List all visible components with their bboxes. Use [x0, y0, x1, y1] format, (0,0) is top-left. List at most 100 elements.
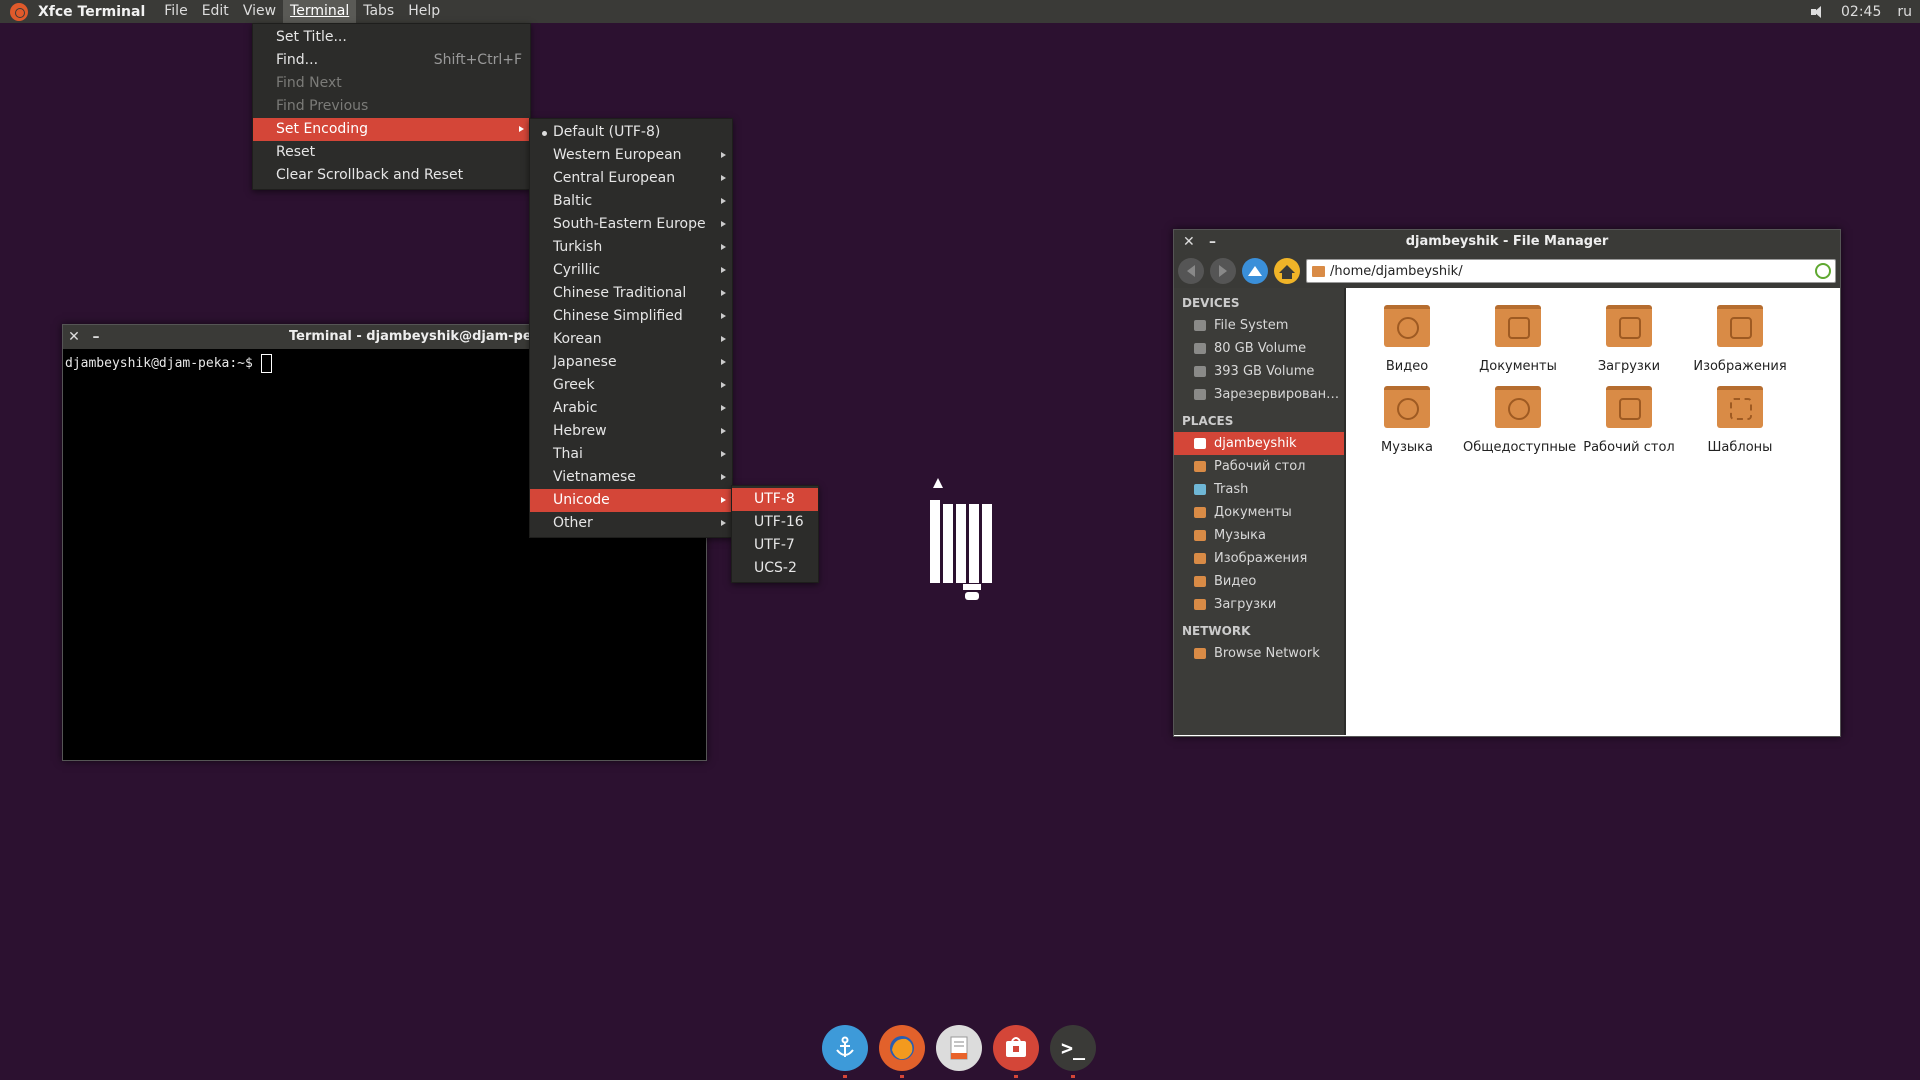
encoding-item-vietnamese[interactable]: Vietnamese — [530, 466, 732, 489]
folder-item-music[interactable]: Музыка — [1352, 386, 1462, 455]
folder-item-desktop[interactable]: Рабочий стол — [1574, 386, 1684, 455]
encoding-item-other[interactable]: Other — [530, 512, 732, 535]
sidebar-item-reserved[interactable]: Зарезервировано ... — [1174, 383, 1344, 406]
text-editor-icon[interactable] — [936, 1025, 982, 1071]
sidebar-item-80gb-volume[interactable]: 80 GB Volume — [1174, 337, 1344, 360]
unicode-item-utf16[interactable]: UTF-16 — [732, 511, 818, 534]
up-button[interactable] — [1242, 258, 1268, 284]
section-devices: DEVICES — [1182, 296, 1240, 310]
menu-edit[interactable]: Edit — [195, 0, 236, 23]
anchor-icon[interactable] — [822, 1025, 868, 1078]
software-center-icon[interactable] — [993, 1025, 1039, 1078]
fm-close-button[interactable]: ✕ — [1183, 230, 1195, 254]
sidebar-item-documents[interactable]: Документы — [1174, 501, 1344, 524]
menu-terminal[interactable]: Terminal — [283, 0, 357, 23]
encoding-item-hebrew[interactable]: Hebrew — [530, 420, 732, 443]
sidebar-item-home[interactable]: djambeyshik — [1174, 432, 1344, 455]
unicode-item-ucs2[interactable]: UCS-2 — [732, 557, 818, 580]
home-icon — [1279, 265, 1295, 279]
encoding-item-chinese-simplified[interactable]: Chinese Simplified — [530, 305, 732, 328]
terminal-icon[interactable]: >_ — [1050, 1025, 1096, 1078]
encoding-item-cyrillic[interactable]: Cyrillic — [530, 259, 732, 282]
folder-desktop-icon — [1606, 386, 1652, 428]
unicode-menu: UTF-8 UTF-16 UTF-7 UCS-2 — [731, 485, 819, 583]
ubuntu-logo-icon[interactable] — [10, 2, 28, 21]
drive-icon — [1194, 343, 1206, 354]
encoding-item-central-european[interactable]: Central European — [530, 167, 732, 190]
encoding-item-south-eastern-europe[interactable]: South-Eastern Europe — [530, 213, 732, 236]
sidebar-item-desktop[interactable]: Рабочий стол — [1174, 455, 1344, 478]
folder-item-pictures[interactable]: Изображения — [1685, 305, 1795, 374]
drive-icon — [1194, 320, 1206, 331]
encoding-item-japanese[interactable]: Japanese — [530, 351, 732, 374]
sidebar-item-trash[interactable]: Trash — [1174, 478, 1344, 501]
encoding-item-arabic[interactable]: Arabic — [530, 397, 732, 420]
clock[interactable]: 02:45 — [1841, 4, 1881, 20]
menu-tabs[interactable]: Tabs — [356, 0, 401, 23]
sidebar-item-browse-network[interactable]: Browse Network — [1174, 642, 1344, 665]
sidebar-item-videos[interactable]: Видео — [1174, 570, 1344, 593]
dock: >_ — [822, 1025, 1096, 1078]
submenu-arrow-icon — [721, 336, 726, 342]
home-button[interactable] — [1274, 258, 1300, 284]
menu-help[interactable]: Help — [401, 0, 447, 23]
firefox-icon[interactable] — [879, 1025, 925, 1078]
sidebar-item-file-system[interactable]: File System — [1174, 314, 1344, 337]
encoding-item-thai[interactable]: Thai — [530, 443, 732, 466]
submenu-arrow-icon — [721, 267, 726, 273]
terminal-minimize-button[interactable]: – — [85, 329, 107, 345]
keyboard-layout[interactable]: ru — [1897, 4, 1912, 20]
encoding-item-chinese-traditional[interactable]: Chinese Traditional — [530, 282, 732, 305]
encoding-item-baltic[interactable]: Baltic — [530, 190, 732, 213]
menu-item-find-previous[interactable]: Find Previous — [253, 95, 530, 118]
submenu-arrow-icon — [721, 359, 726, 365]
encoding-item-western-european[interactable]: Western European — [530, 144, 732, 167]
folder-templates-icon — [1717, 386, 1763, 428]
encoding-item-greek[interactable]: Greek — [530, 374, 732, 397]
sidebar-item-393gb-volume[interactable]: 393 GB Volume — [1174, 360, 1344, 383]
back-button[interactable] — [1178, 258, 1204, 284]
encoding-menu: Default (UTF-8) Western European Central… — [529, 118, 733, 538]
unicode-item-utf7[interactable]: UTF-7 — [732, 534, 818, 557]
folder-item-downloads[interactable]: Загрузки — [1574, 305, 1684, 374]
submenu-arrow-icon — [721, 244, 726, 250]
sidebar-item-music[interactable]: Музыка — [1174, 524, 1344, 547]
folder-icon — [1194, 553, 1206, 564]
encoding-item-unicode[interactable]: Unicode — [530, 489, 732, 512]
terminal-cursor — [260, 354, 272, 373]
forward-button[interactable] — [1210, 258, 1236, 284]
encoding-item-default[interactable]: Default (UTF-8) — [530, 121, 732, 144]
submenu-arrow-icon — [721, 313, 726, 319]
reload-icon[interactable] — [1815, 263, 1831, 279]
terminal-close-button[interactable]: ✕ — [63, 329, 85, 345]
submenu-arrow-icon — [721, 175, 726, 181]
menu-item-find-next[interactable]: Find Next — [253, 72, 530, 95]
folder-item-public[interactable]: Общедоступные — [1463, 386, 1576, 455]
menu-view[interactable]: View — [236, 0, 283, 23]
fm-titlebar[interactable]: djambeyshik - File Manager ✕ – — [1174, 230, 1840, 254]
menu-item-reset[interactable]: Reset — [253, 141, 530, 164]
menu-item-set-title[interactable]: Set Title... — [253, 26, 530, 49]
fm-minimize-button[interactable]: – — [1209, 230, 1216, 254]
menu-item-set-encoding[interactable]: Set Encoding — [253, 118, 530, 141]
fm-icon-view[interactable]: Видео Документы Загрузки Изображения Муз… — [1346, 288, 1840, 735]
volume-icon[interactable] — [1811, 5, 1825, 18]
menu-file[interactable]: File — [157, 0, 194, 23]
encoding-item-turkish[interactable]: Turkish — [530, 236, 732, 259]
file-manager-window: djambeyshik - File Manager ✕ – /home/dja… — [1173, 229, 1841, 737]
running-indicator — [1014, 1075, 1018, 1078]
folder-item-videos[interactable]: Видео — [1352, 305, 1462, 374]
unicode-item-utf8[interactable]: UTF-8 — [732, 488, 818, 511]
sidebar-item-pictures[interactable]: Изображения — [1174, 547, 1344, 570]
location-bar[interactable]: /home/djambeyshik/ — [1306, 259, 1836, 283]
folder-downloads-icon — [1606, 305, 1652, 347]
menu-item-clear-scrollback[interactable]: Clear Scrollback and Reset — [253, 164, 530, 187]
submenu-arrow-icon — [721, 221, 726, 227]
find-accelerator: Shift+Ctrl+F — [433, 52, 522, 68]
fm-toolbar: /home/djambeyshik/ — [1174, 254, 1840, 288]
folder-item-templates[interactable]: Шаблоны — [1685, 386, 1795, 455]
folder-item-documents[interactable]: Документы — [1463, 305, 1573, 374]
encoding-item-korean[interactable]: Korean — [530, 328, 732, 351]
sidebar-item-downloads[interactable]: Загрузки — [1174, 593, 1344, 616]
menu-item-find[interactable]: Find... Shift+Ctrl+F — [253, 49, 530, 72]
